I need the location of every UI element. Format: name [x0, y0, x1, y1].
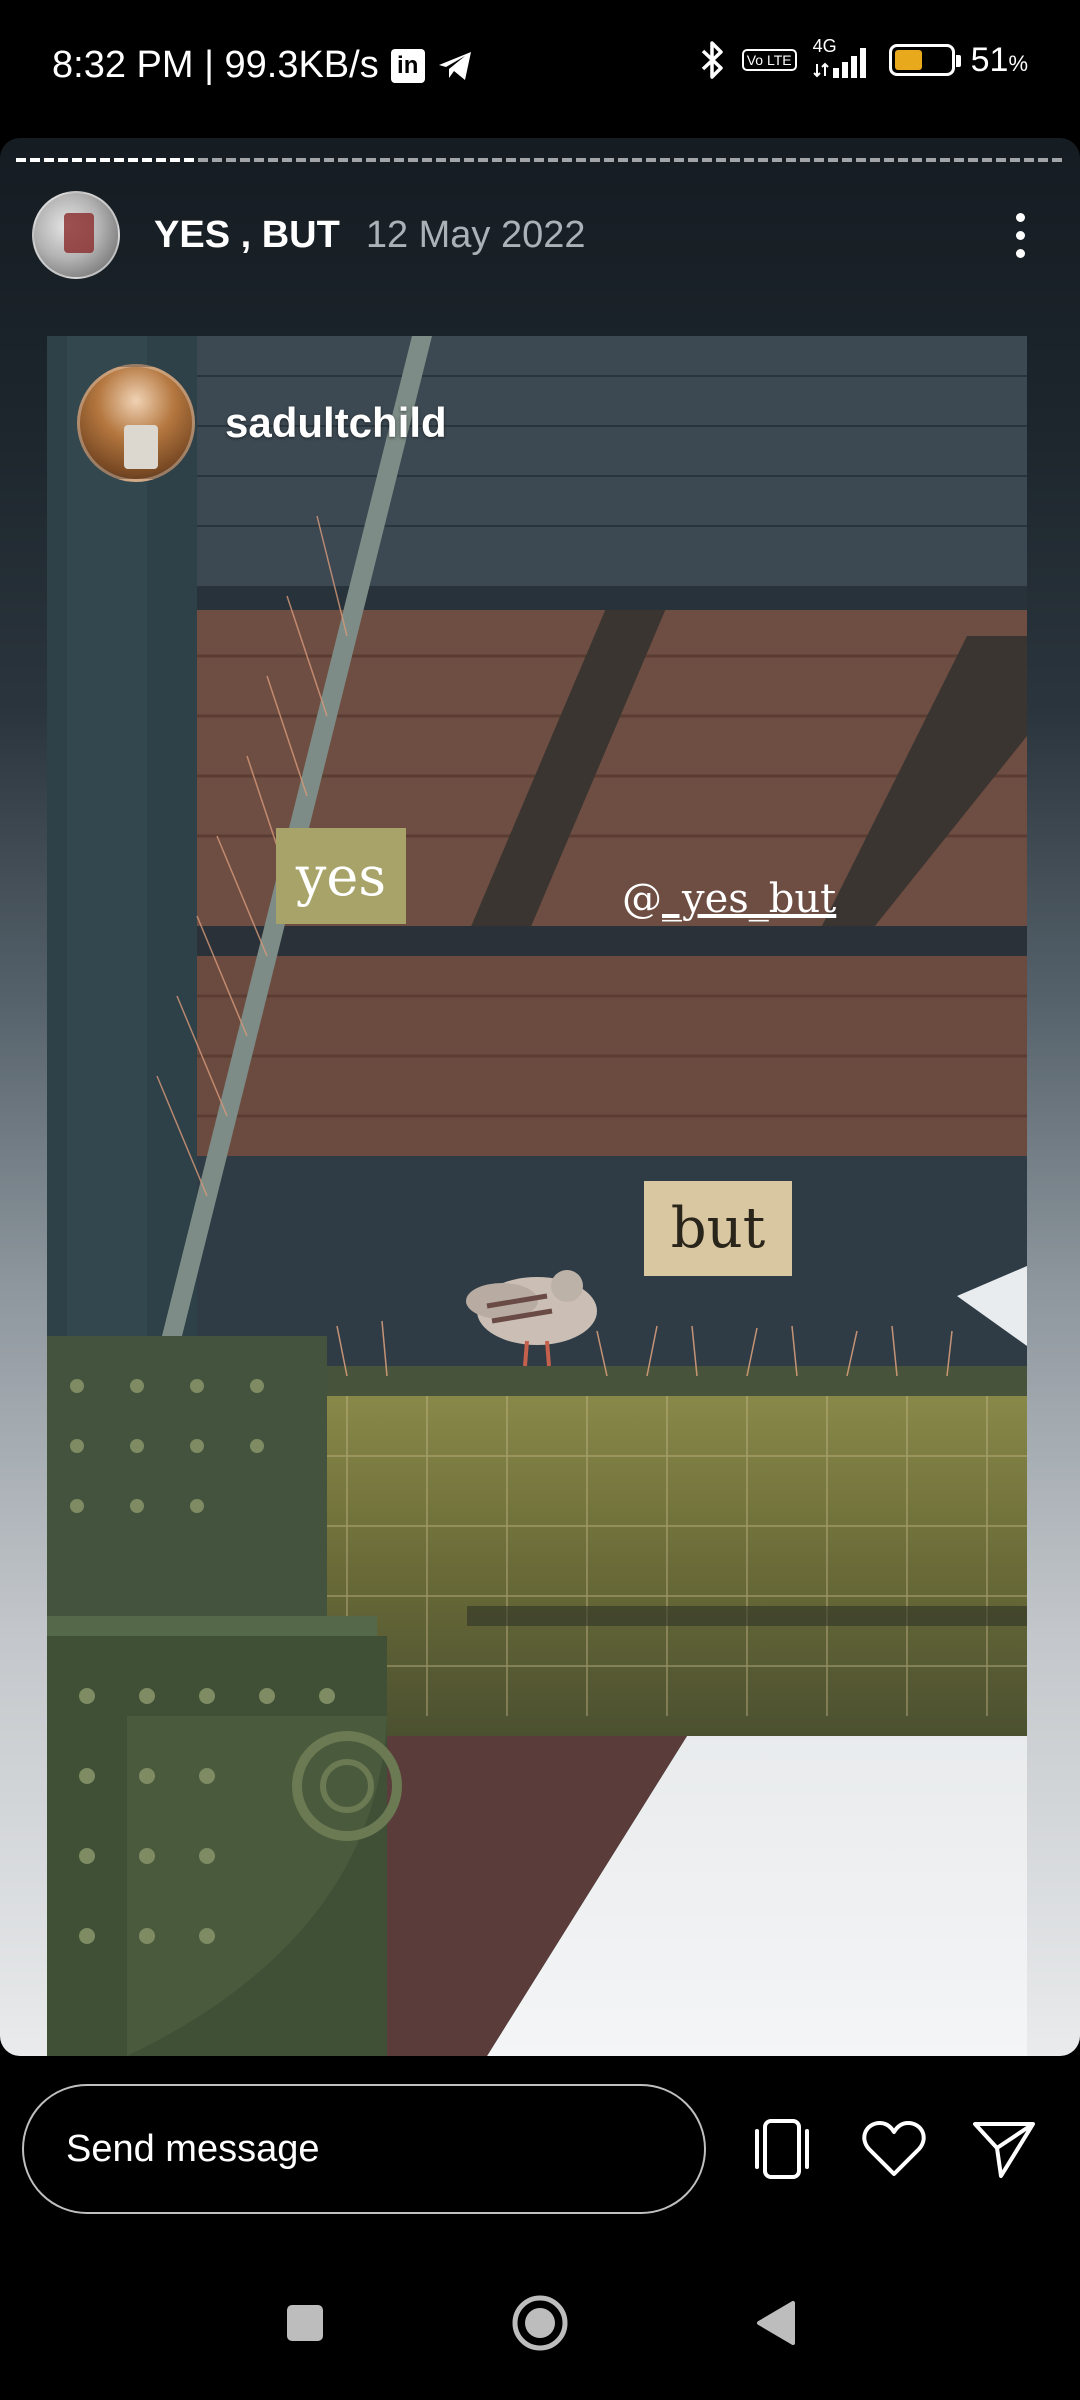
recents-square-icon[interactable] [270, 2288, 340, 2358]
back-triangle-icon[interactable] [740, 2288, 810, 2358]
reshared-username[interactable]: sadultchild [225, 399, 447, 447]
battery-percentage: 51% [970, 40, 1028, 79]
heart-icon[interactable] [859, 2114, 929, 2184]
bluetooth-icon [700, 40, 726, 80]
mention-sticker[interactable]: @_yes_but [622, 876, 836, 922]
send-message-input[interactable]: Send message [22, 2084, 706, 2214]
status-left: 8:32 PM | 99.3KB/s in [52, 44, 473, 87]
story-username[interactable]: YES , BUT [154, 214, 340, 257]
time-and-speed: 8:32 PM | 99.3KB/s [52, 44, 379, 86]
reshared-post-header[interactable]: sadultchild [77, 364, 447, 482]
volte-icon: Vo LTE [741, 49, 797, 71]
signal-icon: 4G [813, 36, 873, 80]
reply-bar: Send message [0, 2056, 1080, 2246]
text-sticker-but: but [644, 1181, 792, 1276]
mention-handle[interactable]: _yes_but [662, 876, 836, 922]
account-avatar[interactable] [32, 191, 120, 279]
story-photo[interactable]: sadultchild yes but @_yes_but [47, 336, 1027, 2056]
battery-icon [888, 44, 961, 76]
story-viewer[interactable]: YES , BUT 12 May 2022 sadultchild yes bu… [0, 138, 1080, 2056]
status-bar: 8:32 PM | 99.3KB/s in Vo LTE 4G 51% [0, 0, 1080, 135]
status-right: Vo LTE 4G 51% [700, 36, 1028, 80]
bridge-pigeon-photo [47, 336, 1027, 2056]
story-progress-current [16, 158, 195, 162]
story-header: YES , BUT 12 May 2022 [32, 190, 1040, 280]
battery-fill [894, 50, 923, 70]
home-circle-icon[interactable] [505, 2288, 575, 2358]
flip-phone-icon[interactable] [747, 2114, 817, 2184]
text-sticker-yes: yes [276, 828, 406, 924]
linkedin-icon: in [390, 48, 425, 83]
send-icon[interactable] [969, 2114, 1039, 2184]
telegram-icon [437, 50, 473, 82]
more-vertical-icon[interactable] [1000, 205, 1040, 265]
story-progress-bar [16, 158, 1064, 162]
story-date: 12 May 2022 [365, 213, 586, 256]
reshared-avatar[interactable] [77, 364, 195, 482]
system-nav-bar [0, 2246, 1080, 2400]
mention-at: @ [622, 876, 662, 922]
send-message-placeholder: Send message [66, 2127, 320, 2170]
